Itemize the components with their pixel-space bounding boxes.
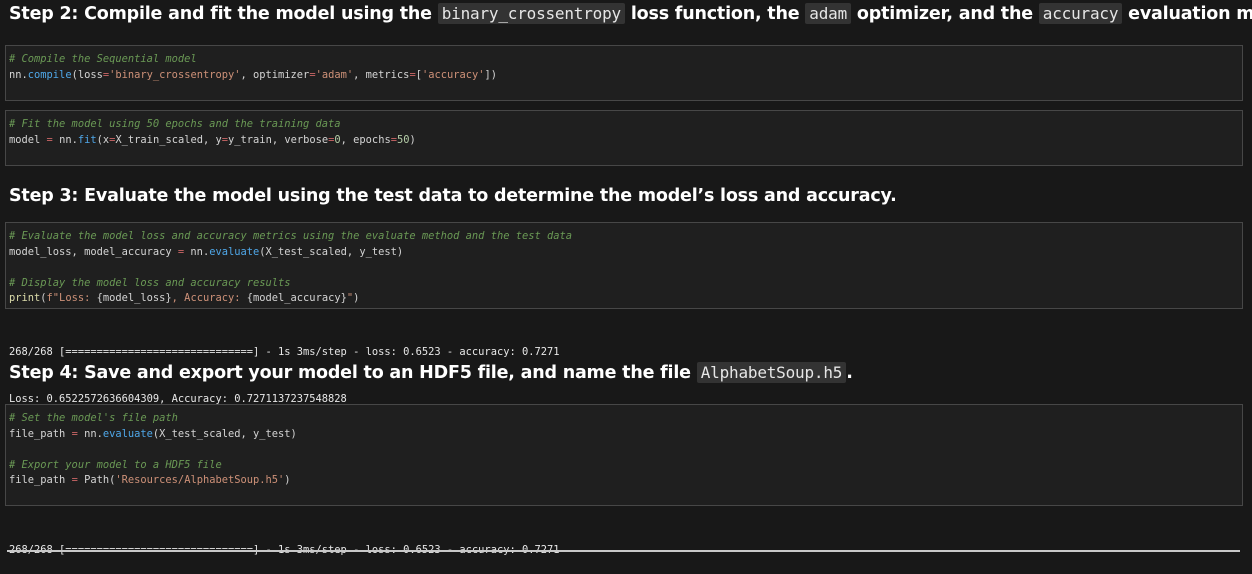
inline-code-accuracy: accuracy: [1038, 3, 1123, 24]
inline-code-filename: AlphabetSoup.h5: [696, 362, 847, 383]
step2-text-prefix: Step 2: Compile and fit the model using …: [9, 4, 438, 24]
code-line-compile: nn.compile(loss='binary_crossentropy', o…: [9, 68, 498, 81]
cell-output-save: 268/268 [==============================]…: [9, 512, 560, 574]
inline-code-binary-crossentropy: binary_crossentropy: [437, 3, 625, 24]
code-line-print: print(f"Loss: {model_loss}, Accuracy: {m…: [9, 292, 360, 304]
code-comment: # Evaluate the model loss and accuracy m…: [9, 230, 573, 242]
output-line: 268/268 [==============================]…: [9, 346, 560, 358]
step2-text-suffix: evaluation metric.: [1128, 4, 1252, 24]
code-comment: # Display the model loss and accuracy re…: [9, 276, 291, 289]
code-cell-compile[interactable]: # Compile the Sequential model nn.compil…: [5, 45, 1243, 101]
code-cell-save[interactable]: # Set the model's file path file_path = …: [5, 404, 1243, 506]
step4-text-suffix: .: [846, 363, 853, 383]
code-line-export: file_path = Path('Resources/AlphabetSoup…: [9, 474, 291, 486]
step2-text-mid1: loss function, the: [624, 4, 806, 24]
code-cell-evaluate[interactable]: # Evaluate the model loss and accuracy m…: [5, 222, 1243, 309]
code-comment: # Compile the Sequential model: [9, 53, 197, 65]
code-cell-fit[interactable]: # Fit the model using 50 epochs and the …: [5, 110, 1243, 166]
divider: [7, 550, 1240, 552]
code-line-evaluate: model_loss, model_accuracy = nn.evaluate…: [9, 245, 404, 258]
code-comment: # Set the model's file path: [9, 412, 178, 424]
code-comment: # Fit the model using 50 epochs and the …: [9, 118, 341, 130]
step4-heading: Step 4: Save and export your model to an…: [9, 362, 853, 383]
step2-text-mid2: optimizer, and the: [851, 4, 1039, 24]
step2-heading: Step 2: Compile and fit the model using …: [9, 3, 1252, 24]
step3-heading: Step 3: Evaluate the model using the tes…: [9, 186, 897, 206]
code-line-fit: model = nn.fit(x=X_train_scaled, y=y_tra…: [9, 133, 416, 146]
code-line-filepath: file_path = nn.evaluate(X_test_scaled, y…: [9, 427, 297, 440]
inline-code-adam: adam: [805, 3, 852, 24]
step4-text-prefix: Step 4: Save and export your model to an…: [9, 363, 697, 383]
code-comment: # Export your model to a HDF5 file: [9, 458, 222, 471]
